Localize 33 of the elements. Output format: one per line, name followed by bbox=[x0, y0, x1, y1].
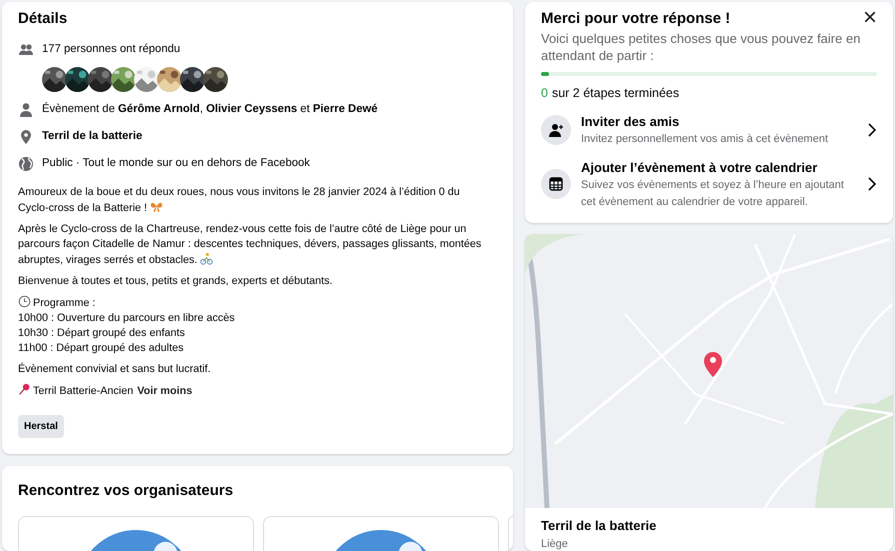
description-text: Bienvenue à toutes et tous, petits et grands, experts et débutants. bbox=[18, 275, 333, 287]
location-name: Terril de la batterie bbox=[42, 129, 142, 144]
steps-count: 0 bbox=[541, 86, 548, 100]
section-title: Rencontrez vos organisateurs bbox=[18, 482, 234, 500]
task-description: Invitez personnellement vos amis à cet évènement bbox=[581, 132, 830, 148]
task-title: Inviter des amis bbox=[581, 112, 680, 131]
tag-button[interactable]: Herstal bbox=[18, 415, 64, 438]
task-item[interactable]: Inviter des amis Invitez personnellement vos amis à cet évènement bbox=[541, 106, 877, 153]
section-title: Détails bbox=[18, 10, 68, 28]
info-text: Évènement de Gérôme Arnold, Olivier Ceyssens et Pierre Dewé bbox=[42, 101, 378, 118]
description-text: Évènement convivial et sans but lucratif. bbox=[18, 363, 211, 375]
description-text: Cyclo-cross de la Batterie ! bbox=[18, 202, 148, 214]
place-city: Liège bbox=[541, 536, 569, 551]
place-name: Terril de la batterie bbox=[541, 517, 658, 536]
description-text: Terril Batterie-Ancien bbox=[33, 385, 134, 397]
description-text: Amoureux de la boue et du deux roues, nous vous invitons le 28 janvier 2024 à l’édition 0 du bbox=[18, 186, 460, 198]
task-title: Ajouter l’évènement à votre calendrier bbox=[581, 158, 818, 177]
steps-text: sur 2 étapes terminées bbox=[552, 86, 680, 100]
close-button[interactable]: × bbox=[862, 6, 877, 30]
task-description: Suivez vos évènements et soyez à l’heure en ajoutant cet évènement au calendrier de votre appareil. bbox=[581, 178, 845, 210]
description-text: parcours façon Citadelle de Namur : descentes techniques, dévers, passages glissants, montées bbox=[18, 238, 482, 250]
description-text: 11h00 : Départ groupé des adultes bbox=[18, 342, 184, 354]
card-subtitle: Voici quelques petites choses que vous pouvez faire en attendant de partir : bbox=[541, 30, 862, 64]
task-item[interactable]: Ajouter l’évènement à votre calendrier Suivez vos évènements et soyez à l’heure en ajoutant cet évènement au calendrier de votre appareil. bbox=[541, 152, 877, 216]
description-text: abruptes, virages serrés et obstacles. bbox=[18, 254, 198, 266]
description-text: 10h30 : Départ groupé des enfants bbox=[18, 327, 185, 339]
see-less-link[interactable]: Voir moins bbox=[137, 385, 192, 397]
description-text: 10h00 : Ouverture du parcours en libre accès bbox=[18, 312, 235, 324]
card-title: Merci pour votre réponse ! bbox=[541, 10, 730, 28]
info-text: 177 personnes ont répondu bbox=[42, 42, 180, 58]
description-text: Après le Cyclo-cross de la Chartreuse, rendez-vous cette fois de l’autre côté de Liège pour un bbox=[18, 223, 466, 235]
description-text: Programme : bbox=[33, 297, 96, 309]
info-text: Public · Tout le monde sur ou en dehors de Facebook bbox=[42, 156, 310, 172]
